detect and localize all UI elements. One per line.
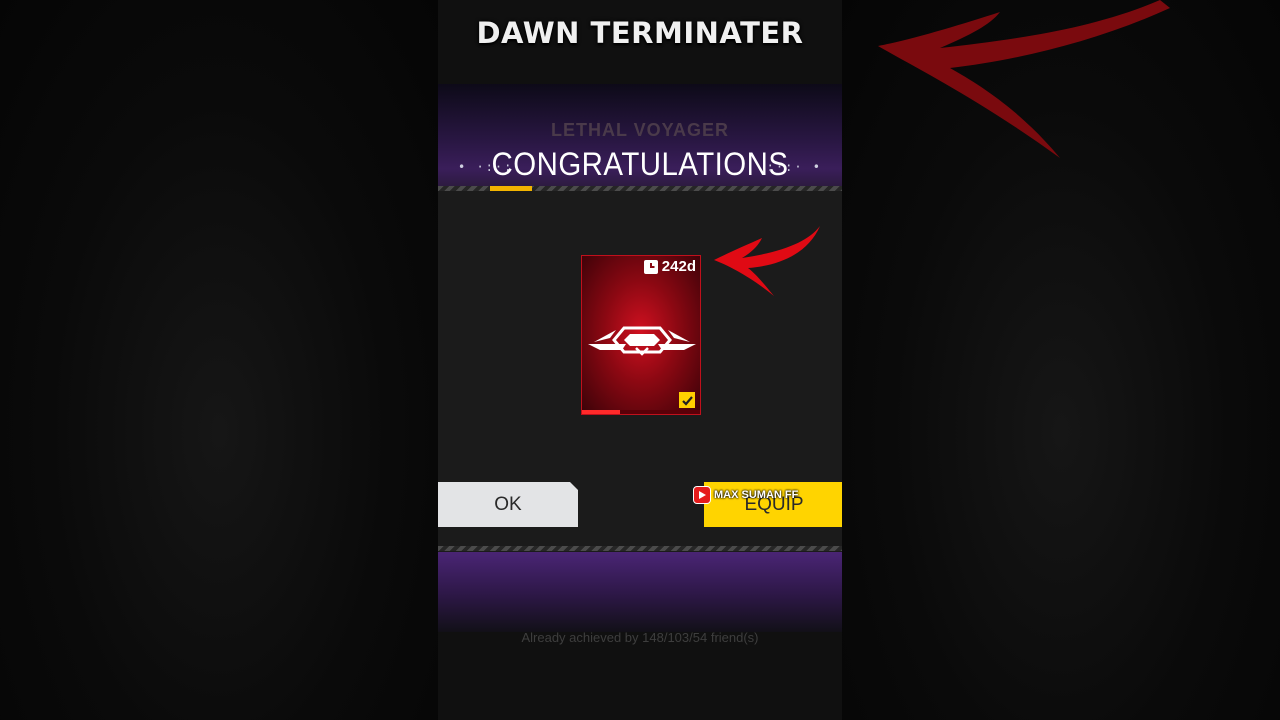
- header-ornament-right: :·:· •: [766, 160, 822, 174]
- blurred-background-left: [0, 0, 438, 720]
- emblem-icon: [588, 326, 696, 356]
- clock-icon: [643, 259, 658, 274]
- watermark-label: MAX SUMAN FF: [714, 489, 799, 501]
- reward-item-card[interactable]: 242d: [581, 255, 701, 415]
- friends-achievement-text: Already achieved by 148/103/54 friend(s): [521, 630, 759, 645]
- channel-watermark: MAX SUMAN FF: [693, 486, 798, 504]
- item-progress-fill: [582, 410, 620, 414]
- equipped-checkbox[interactable]: [679, 392, 695, 408]
- popup-footer: [438, 552, 842, 632]
- video-title: DAWN TERMINATER: [476, 16, 804, 50]
- tab-indicator: [490, 186, 532, 191]
- checkmark-icon: [681, 395, 693, 406]
- popup-subtitle: LETHAL VOYAGER: [550, 120, 730, 140]
- item-progress-bar: [582, 410, 700, 414]
- pointer-arrow-icon: [714, 226, 820, 296]
- popup-header: LETHAL VOYAGER • ·:·: CONGRATULATIONS :·…: [438, 84, 842, 190]
- duration-label: 242d: [661, 258, 696, 275]
- large-pointer-arrow-icon: [878, 0, 1170, 158]
- footer-divider: [438, 546, 842, 551]
- reward-popup: LETHAL VOYAGER • ·:·: CONGRATULATIONS :·…: [438, 84, 842, 632]
- youtube-icon: [693, 486, 711, 504]
- item-duration: 242d: [643, 258, 696, 275]
- ok-button[interactable]: OK: [438, 482, 578, 527]
